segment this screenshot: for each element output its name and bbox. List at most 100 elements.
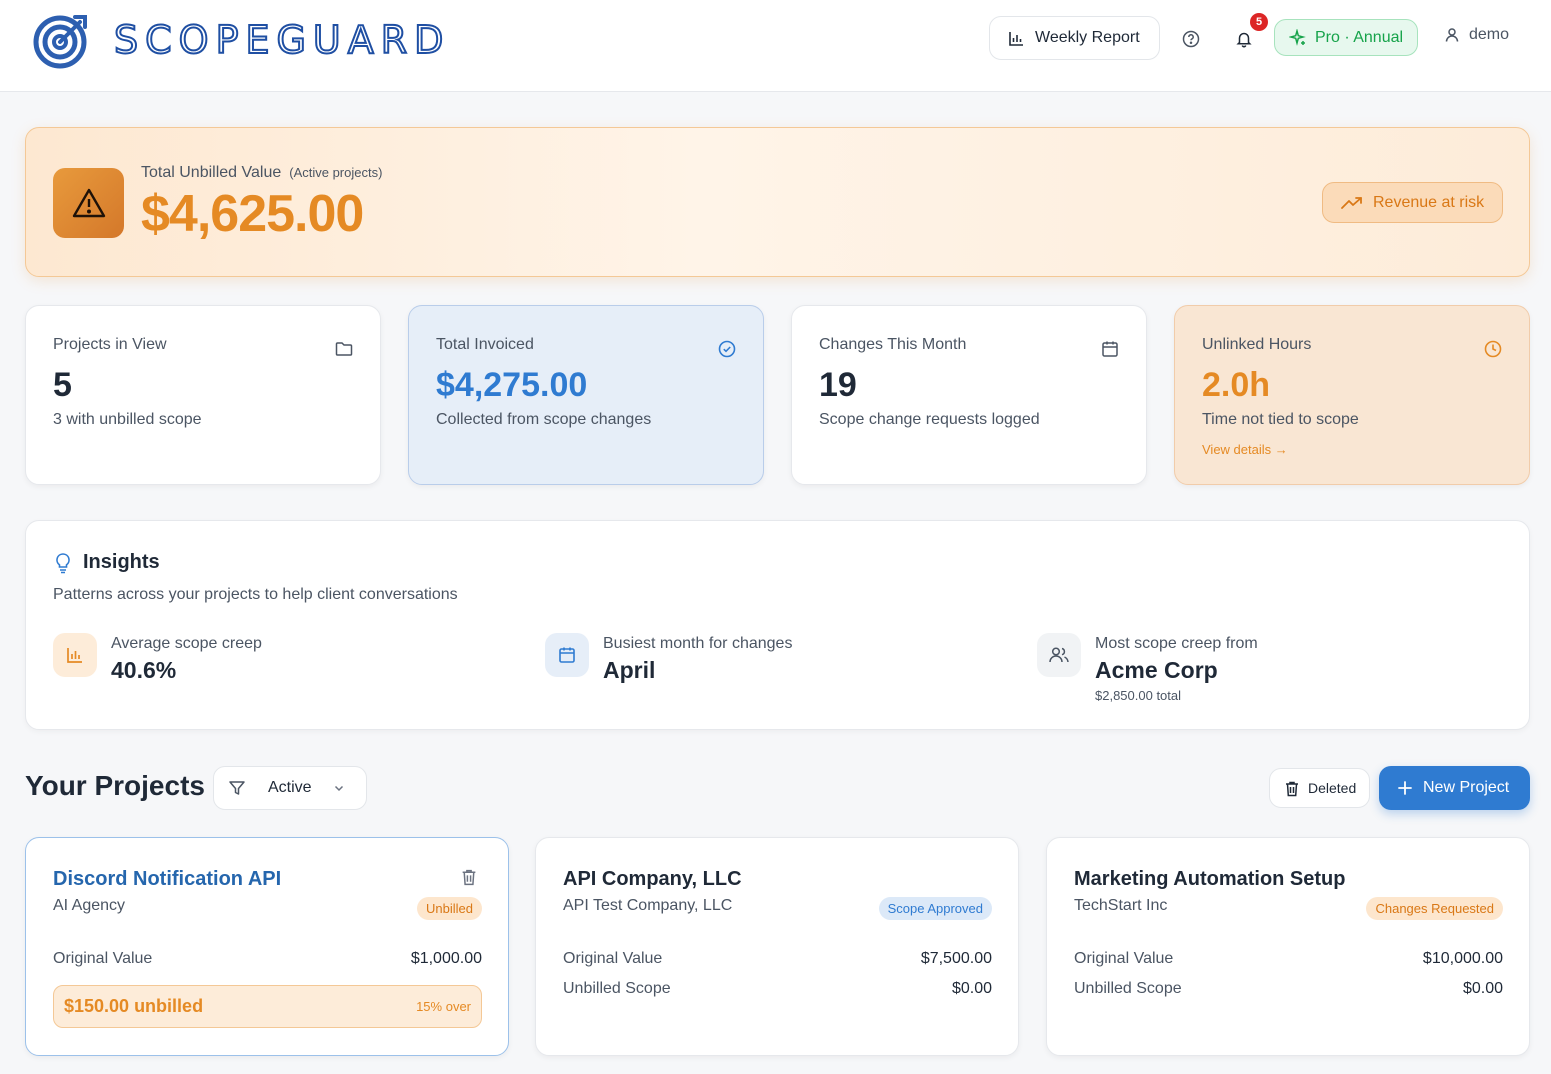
weekly-report-button[interactable]: Weekly Report	[989, 16, 1160, 60]
row-value: $10,000.00	[1422, 950, 1503, 967]
project-name[interactable]: API Company, LLC	[563, 868, 742, 891]
lightbulb-icon	[56, 552, 70, 573]
stat-label: Changes This Month	[819, 336, 967, 353]
users-icon	[1049, 647, 1069, 663]
insight-value: April	[603, 657, 656, 683]
original-value-row: Original Value $10,000.00	[1074, 950, 1503, 968]
unbilled-amount: $150.00 unbilled	[64, 996, 204, 1016]
stat-card-unlinked-hours[interactable]: Unlinked Hours 2.0h Time not tied to sco…	[1174, 305, 1530, 485]
clock-icon	[1484, 340, 1502, 358]
sparkles-icon	[1289, 28, 1306, 46]
stat-label: Projects in View	[53, 336, 167, 353]
target-logo-icon[interactable]	[33, 13, 89, 69]
bar-chart-icon	[1009, 31, 1023, 46]
project-client: TechStart Inc	[1074, 897, 1168, 914]
status-badge: Unbilled	[417, 897, 482, 920]
project-client: AI Agency	[53, 897, 126, 914]
user-icon	[1445, 28, 1459, 42]
stat-card-changes[interactable]: Changes This Month 19 Scope change reque…	[791, 305, 1147, 485]
new-project-button[interactable]: New Project	[1379, 766, 1530, 810]
stat-sub: Time not tied to scope	[1202, 411, 1359, 428]
top-header: SCOPEGUARD Weekly Report 5 Pro · Annual …	[0, 0, 1551, 92]
trash-icon	[1286, 781, 1298, 796]
unbilled-percent: 15% over	[416, 999, 471, 1014]
projects-title: Your Projects	[25, 770, 205, 801]
unbilled-qualifier: (Active projects)	[289, 165, 383, 180]
row-value: $1,000.00	[410, 950, 482, 967]
notification-count-badge: 5	[1250, 13, 1268, 31]
project-name[interactable]: Marketing Automation Setup	[1074, 868, 1345, 891]
project-status-filter[interactable]: Active	[213, 766, 367, 810]
row-label: Unbilled Scope	[1074, 980, 1182, 997]
folder-icon	[335, 342, 353, 356]
plan-badge[interactable]: Pro · Annual	[1274, 19, 1418, 56]
unbilled-scope-row: Unbilled Scope $0.00	[563, 980, 992, 998]
bell-icon	[1236, 32, 1252, 48]
plan-label: Pro · Annual	[1315, 28, 1404, 46]
row-value: $7,500.00	[920, 950, 992, 967]
stat-sub: 3 with unbilled scope	[53, 411, 202, 428]
row-label: Original Value	[563, 950, 663, 967]
filter-value: Active	[268, 779, 312, 796]
trending-up-icon	[1341, 196, 1362, 209]
stat-value: 5	[53, 366, 72, 404]
row-label: Original Value	[1074, 950, 1174, 967]
insight-icon-box	[53, 633, 97, 677]
plus-icon	[1398, 781, 1412, 795]
project-card[interactable]: API Company, LLC API Test Company, LLC S…	[535, 837, 1019, 1056]
stat-value: 2.0h	[1202, 366, 1271, 404]
insights-title: Insights	[53, 551, 160, 574]
insight-icon-box	[545, 633, 589, 677]
calendar-icon	[559, 647, 575, 663]
deleted-projects-button[interactable]: Deleted	[1269, 768, 1370, 808]
project-card[interactable]: Discord Notification API AI Agency Unbil…	[25, 837, 509, 1056]
insight-icon-box	[1037, 633, 1081, 677]
user-menu[interactable]: demo	[1444, 26, 1509, 44]
status-badge: Scope Approved	[878, 897, 992, 920]
stat-sub: Collected from scope changes	[436, 411, 652, 428]
brand-name: SCOPEGUARD	[113, 17, 451, 63]
project-card[interactable]: Marketing Automation Setup TechStart Inc…	[1046, 837, 1530, 1056]
project-client: API Test Company, LLC	[563, 897, 733, 914]
unbilled-label: Total Unbilled Value (Active projects)	[141, 164, 383, 181]
help-circle-icon	[1182, 30, 1200, 48]
status-badge: Changes Requested	[1366, 897, 1503, 920]
deleted-label: Deleted	[1308, 780, 1357, 796]
row-label: Unbilled Scope	[563, 980, 671, 997]
insights-panel: Insights Patterns across your projects t…	[25, 520, 1530, 730]
bar-chart-icon	[67, 648, 82, 663]
unbilled-amount-bar: $150.00 unbilled 15% over	[53, 985, 482, 1028]
insight-label: Busiest month for changes	[603, 635, 793, 652]
stat-value: 19	[819, 366, 857, 404]
insight-label: Average scope creep	[111, 635, 262, 652]
insight-note: $2,850.00 total	[1095, 688, 1182, 703]
unbilled-value-banner: Total Unbilled Value (Active projects) $4…	[25, 127, 1530, 277]
weekly-report-label: Weekly Report	[1035, 29, 1140, 46]
insight-label: Most scope creep from	[1095, 635, 1258, 652]
calendar-icon	[1102, 341, 1118, 357]
stat-label: Unlinked Hours	[1202, 336, 1312, 353]
username: demo	[1469, 26, 1510, 43]
unbilled-value: $4,625.00	[141, 185, 364, 243]
revenue-at-risk-button[interactable]: Revenue at risk	[1322, 182, 1503, 223]
insights-subtitle: Patterns across your projects to help cl…	[53, 586, 458, 603]
stat-sub: Scope change requests logged	[819, 411, 1040, 428]
insight-value: 40.6%	[111, 657, 177, 683]
check-circle-icon	[718, 340, 736, 358]
help-button[interactable]	[1176, 24, 1206, 54]
stat-card-invoiced[interactable]: Total Invoiced $4,275.00 Collected from …	[408, 305, 764, 485]
revenue-at-risk-label: Revenue at risk	[1373, 193, 1485, 211]
row-value: $0.00	[951, 980, 992, 997]
view-details-link[interactable]: View details →	[1202, 442, 1288, 457]
project-name[interactable]: Discord Notification API	[53, 868, 281, 891]
delete-project-icon[interactable]	[460, 868, 478, 886]
stat-value: $4,275.00	[436, 366, 588, 404]
original-value-row: Original Value $1,000.00	[53, 950, 482, 968]
row-value: $0.00	[1462, 980, 1503, 997]
row-label: Original Value	[53, 950, 153, 967]
new-project-label: New Project	[1423, 779, 1510, 796]
warning-triangle-icon	[72, 188, 105, 218]
chevron-down-icon	[334, 785, 343, 792]
stat-card-projects[interactable]: Projects in View 5 3 with unbilled scope	[25, 305, 381, 485]
insight-value: Acme Corp	[1095, 657, 1218, 683]
